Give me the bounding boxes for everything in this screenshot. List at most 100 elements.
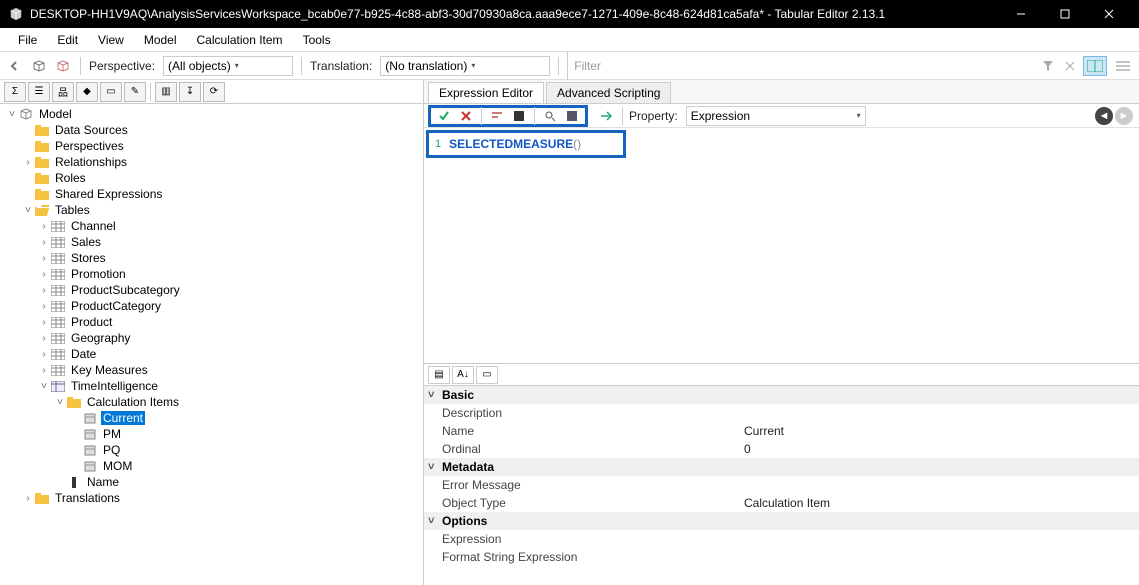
prop-name: Description	[424, 406, 744, 420]
prop-name: Name	[424, 424, 744, 438]
tree-label: Channel	[69, 219, 118, 233]
prop-category[interactable]: Options	[424, 512, 1139, 530]
tree-node[interactable]: PM	[0, 426, 423, 442]
tree-node[interactable]: ›Stores	[0, 250, 423, 266]
tree-label: PQ	[101, 443, 122, 457]
tree-node[interactable]: ›Sales	[0, 234, 423, 250]
tree-node[interactable]: ›Translations	[0, 490, 423, 506]
prop-value[interactable]: 0	[744, 442, 1139, 456]
tree-node[interactable]: ˅Calculation Items	[0, 394, 423, 410]
minimize-button[interactable]	[999, 0, 1043, 28]
clear-filter-icon[interactable]	[1061, 57, 1079, 75]
filter-icon[interactable]	[1039, 57, 1057, 75]
tag-icon[interactable]: ◆	[76, 82, 98, 102]
prop-row[interactable]: Format String Expression	[424, 548, 1139, 566]
tree-node[interactable]: ›ProductSubcategory	[0, 282, 423, 298]
save-icon[interactable]	[563, 108, 581, 124]
filter-input[interactable]: Filter	[567, 52, 1033, 80]
table-icon	[50, 235, 66, 249]
tree-node[interactable]: ›Promotion	[0, 266, 423, 282]
prop-category[interactable]: Metadata	[424, 458, 1139, 476]
view-list-button[interactable]	[1111, 56, 1135, 76]
cube-icon[interactable]	[30, 57, 48, 75]
model-tree[interactable]: ˅ModelData SourcesPerspectives›Relations…	[0, 104, 423, 585]
tree-node[interactable]: ˅Tables	[0, 202, 423, 218]
prop-value[interactable]: Current	[744, 424, 1139, 438]
alphabetical-icon[interactable]: A↓	[452, 366, 474, 384]
tree-node[interactable]: PQ	[0, 442, 423, 458]
nav-back-button[interactable]: ◄	[1095, 107, 1113, 125]
menu-view[interactable]: View	[88, 29, 134, 51]
highlighted-toolbar-region	[428, 105, 588, 127]
tree-node[interactable]: ›Channel	[0, 218, 423, 234]
cancel-icon[interactable]	[457, 108, 475, 124]
tree-node[interactable]: Perspectives	[0, 138, 423, 154]
stop-icon[interactable]	[510, 108, 528, 124]
tab-advanced-scripting[interactable]: Advanced Scripting	[546, 82, 671, 103]
menu-edit[interactable]: Edit	[47, 29, 88, 51]
tree-node[interactable]: ˅TimeIntelligence	[0, 378, 423, 394]
categorized-icon[interactable]: ▤	[428, 366, 450, 384]
prop-row[interactable]: Error Message	[424, 476, 1139, 494]
tree-node[interactable]: ˅Model	[0, 106, 423, 122]
close-button[interactable]	[1087, 0, 1131, 28]
tab-expression-editor[interactable]: Expression Editor	[428, 82, 544, 103]
translation-combo[interactable]: (No translation)▾	[380, 56, 550, 76]
window-title: DESKTOP-HH1V9AQ\AnalysisServicesWorkspac…	[30, 7, 999, 21]
folder-icon	[66, 395, 82, 409]
view-split-button[interactable]	[1083, 56, 1107, 76]
tree-node[interactable]: ›ProductCategory	[0, 298, 423, 314]
window-icon[interactable]: ▭	[100, 82, 122, 102]
tree-node[interactable]: ›Key Measures	[0, 362, 423, 378]
columns-icon[interactable]: ▥	[155, 82, 177, 102]
tree-node[interactable]: ›Date	[0, 346, 423, 362]
property-combo[interactable]: Expression▾	[686, 106, 866, 126]
tree-node[interactable]: Shared Expressions	[0, 186, 423, 202]
menu-file[interactable]: File	[8, 29, 47, 51]
sigma-icon[interactable]: Σ	[4, 82, 26, 102]
deploy-icon[interactable]	[54, 57, 72, 75]
tree-node[interactable]: MOM	[0, 458, 423, 474]
hierarchy-icon[interactable]: 品	[52, 82, 74, 102]
prop-row[interactable]: Object TypeCalculation Item	[424, 494, 1139, 512]
prop-category[interactable]: Basic	[424, 386, 1139, 404]
tree-label: MOM	[101, 459, 134, 473]
tree-node[interactable]: Name	[0, 474, 423, 490]
prop-pages-icon[interactable]: ▭	[476, 366, 498, 384]
refresh-icon[interactable]: ⟳	[203, 82, 225, 102]
tree-node[interactable]: ›Geography	[0, 330, 423, 346]
tree-node[interactable]: Data Sources	[0, 122, 423, 138]
menu-tools[interactable]: Tools	[293, 29, 341, 51]
prop-value[interactable]: Calculation Item	[744, 496, 1139, 510]
accept-icon[interactable]	[435, 108, 453, 124]
edit-icon[interactable]: ✎	[124, 82, 146, 102]
properties-grid[interactable]: BasicDescriptionNameCurrentOrdinal0Metad…	[424, 386, 1139, 585]
prop-row[interactable]: Description	[424, 404, 1139, 422]
tree-node[interactable]: ›Relationships	[0, 154, 423, 170]
prop-row[interactable]: Expression	[424, 530, 1139, 548]
nav-forward-button: ►	[1115, 107, 1133, 125]
editor-toolbar: Property: Expression▾ ◄ ►	[424, 104, 1139, 128]
properties-toolbar: ▤ A↓ ▭	[424, 364, 1139, 386]
tree-node[interactable]: Roles	[0, 170, 423, 186]
tree-node[interactable]: ›Product	[0, 314, 423, 330]
maximize-button[interactable]	[1043, 0, 1087, 28]
code-editor[interactable]: 1 SELECTEDMEASURE()	[424, 128, 1139, 363]
prop-row[interactable]: NameCurrent	[424, 422, 1139, 440]
goto-icon[interactable]	[598, 108, 616, 124]
menu-model[interactable]: Model	[134, 29, 187, 51]
find-icon[interactable]	[541, 108, 559, 124]
translation-label: Translation:	[310, 59, 372, 73]
table-icon	[50, 267, 66, 281]
format-icon[interactable]	[488, 108, 506, 124]
menu-calculation-item[interactable]: Calculation Item	[187, 29, 293, 51]
tree-label: Shared Expressions	[53, 187, 164, 201]
list-icon[interactable]: ☰	[28, 82, 50, 102]
tree-label: Date	[69, 347, 98, 361]
tree-label: Geography	[69, 331, 132, 345]
back-icon[interactable]	[6, 57, 24, 75]
perspective-combo[interactable]: (All objects)▾	[163, 56, 293, 76]
sort-icon[interactable]: ↧	[179, 82, 201, 102]
tree-node[interactable]: Current	[0, 410, 423, 426]
prop-row[interactable]: Ordinal0	[424, 440, 1139, 458]
